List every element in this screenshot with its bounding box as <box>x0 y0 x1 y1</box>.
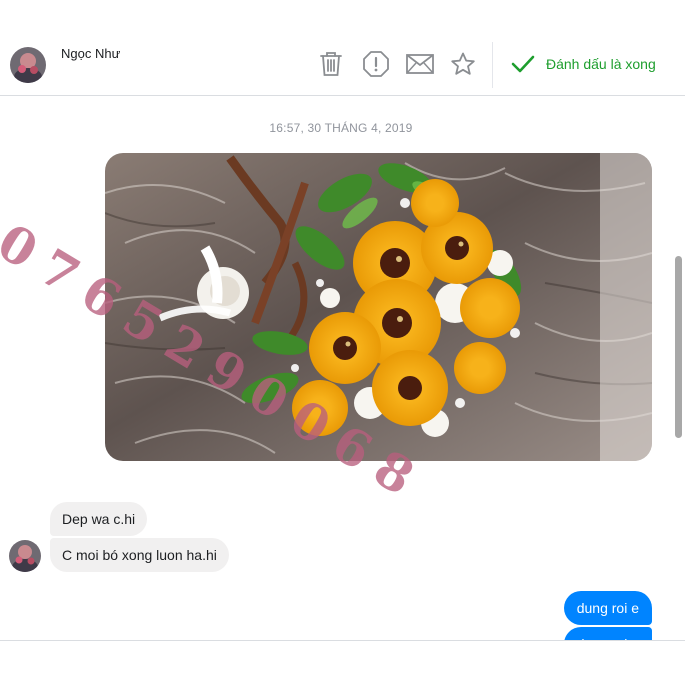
outgoing-message[interactable]: dung roi e <box>563 591 652 625</box>
scrollbar-thumb[interactable] <box>675 256 682 438</box>
outgoing-message[interactable]: dung roi e <box>563 627 652 640</box>
delete-button[interactable] <box>316 49 346 79</box>
sender-avatar[interactable] <box>9 540 41 572</box>
trash-icon <box>320 52 342 76</box>
header-divider <box>492 42 493 88</box>
avatar-photo <box>9 540 41 572</box>
contact-name[interactable]: Ngọc Như <box>61 46 120 61</box>
mark-done-button[interactable]: Đánh dấu là xong <box>510 50 656 78</box>
contact-avatar[interactable] <box>10 47 46 83</box>
report-button[interactable] <box>361 49 391 79</box>
avatar-photo <box>10 47 46 83</box>
sunflower-bouquet-photo <box>105 153 652 461</box>
incoming-message[interactable]: C moi bó xong luon ha.hi <box>50 538 229 572</box>
incoming-message[interactable]: Dep wa c.hi <box>50 502 148 536</box>
composer-divider <box>0 640 685 641</box>
mail-button[interactable] <box>405 49 435 79</box>
check-icon <box>511 55 535 73</box>
mark-done-label: Đánh dấu là xong <box>546 56 656 72</box>
messenger-window: Ngọc Như Đánh dấu là xong 16:57, 30 THÁN… <box>0 0 685 685</box>
star-icon <box>451 52 475 75</box>
envelope-icon <box>406 54 434 74</box>
alert-icon <box>363 51 389 77</box>
star-button[interactable] <box>448 49 478 79</box>
conversation-header: Ngọc Như Đánh dấu là xong <box>0 36 685 96</box>
shared-photo[interactable] <box>105 153 652 461</box>
message-thread: 16:57, 30 THÁNG 4, 2019 Dep wa c.hi C mo… <box>0 97 672 640</box>
message-timestamp: 16:57, 30 THÁNG 4, 2019 <box>269 121 413 135</box>
